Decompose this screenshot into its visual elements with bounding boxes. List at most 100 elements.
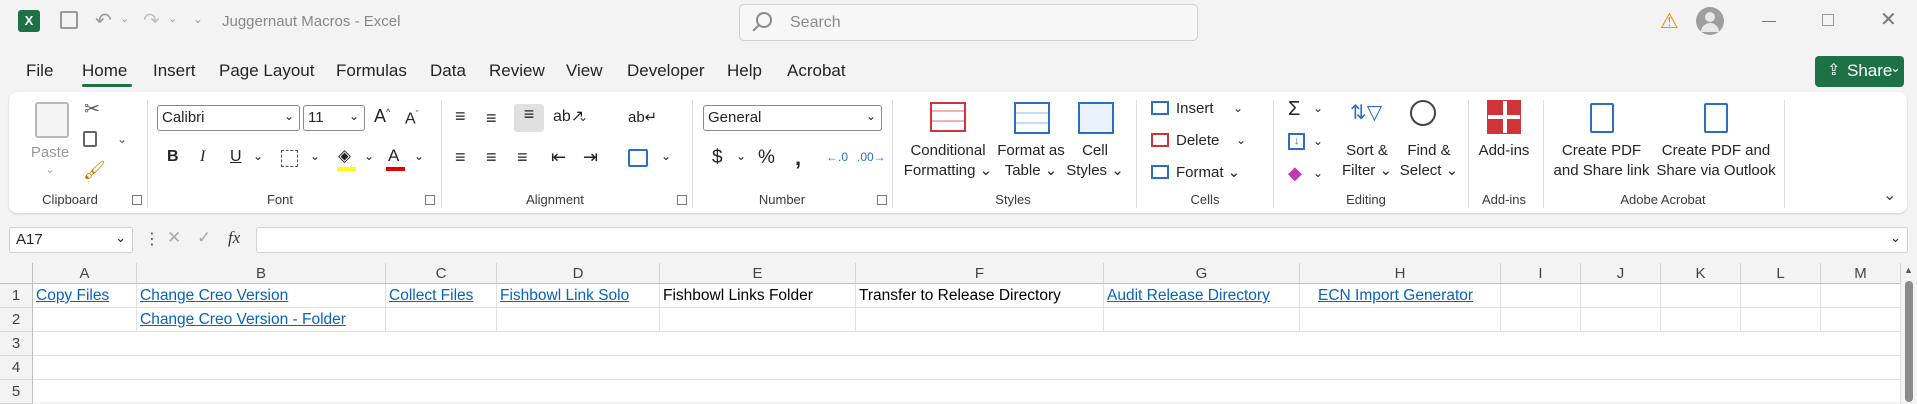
- cell-c2[interactable]: [386, 308, 497, 332]
- tab-view[interactable]: View: [566, 61, 603, 81]
- column-header-j[interactable]: J: [1581, 263, 1661, 284]
- empty-row-4[interactable]: [33, 356, 1901, 380]
- redo-dropdown-icon[interactable]: ⌄: [168, 12, 177, 25]
- column-header-a[interactable]: A: [33, 263, 137, 284]
- tab-home[interactable]: Home: [82, 61, 127, 81]
- merge-center-icon[interactable]: [628, 149, 648, 167]
- cell-e2[interactable]: [660, 308, 856, 332]
- paste-icon[interactable]: [35, 102, 69, 138]
- font-color-icon[interactable]: A: [388, 146, 399, 166]
- number-format-dropdown[interactable]: General ⌄: [703, 105, 882, 131]
- delete-cells-button[interactable]: Delete: [1176, 131, 1219, 151]
- worksheet-grid[interactable]: A B C D E F G H I J K L M 1 2 3 4 5 Copy…: [0, 263, 1917, 404]
- font-name-dropdown[interactable]: Calibri ⌄: [157, 105, 300, 131]
- sort-filter-icon[interactable]: ⇅▽: [1350, 100, 1382, 125]
- create-pdf-share-link-button[interactable]: Create PDF and Share link: [1550, 141, 1653, 181]
- cell-styles-button[interactable]: Cell Styles ⌄: [1064, 141, 1126, 181]
- expand-formula-icon[interactable]: ⌄: [1890, 230, 1901, 246]
- warning-icon[interactable]: ⚠: [1660, 9, 1679, 34]
- dialog-launcher-icon[interactable]: [425, 195, 435, 205]
- increase-indent-icon[interactable]: ⇥: [583, 147, 598, 168]
- tab-file[interactable]: File: [26, 61, 53, 81]
- column-header-b[interactable]: B: [137, 263, 386, 284]
- insert-function-icon[interactable]: fx: [228, 228, 240, 248]
- name-box[interactable]: A17 ⌄: [9, 227, 133, 253]
- formula-input[interactable]: ⌄: [256, 227, 1908, 253]
- column-header-m[interactable]: M: [1821, 263, 1901, 284]
- cell-d1-hyperlink[interactable]: Fishbowl Link Solo: [497, 284, 660, 308]
- row-header-4[interactable]: 4: [0, 356, 33, 380]
- close-icon[interactable]: ✕: [1880, 7, 1897, 32]
- format-cells-icon[interactable]: [1151, 165, 1169, 179]
- cancel-entry-icon[interactable]: ✕: [167, 228, 181, 248]
- select-all-corner[interactable]: [0, 263, 33, 284]
- fill-color-icon[interactable]: ◈: [338, 146, 351, 166]
- cell-a1-hyperlink[interactable]: Copy Files: [33, 284, 137, 308]
- column-header-f[interactable]: F: [856, 263, 1104, 284]
- align-bottom-icon[interactable]: ≡: [514, 104, 544, 132]
- chevron-down-icon[interactable]: ⌄: [578, 110, 588, 124]
- add-ins-button[interactable]: Add-ins: [1475, 141, 1533, 161]
- insert-cells-button[interactable]: Insert: [1176, 99, 1214, 119]
- cell-e1[interactable]: Fishbowl Links Folder: [660, 284, 856, 308]
- delete-cells-icon[interactable]: [1151, 133, 1169, 147]
- chevron-down-icon[interactable]: ⌄: [1313, 134, 1323, 148]
- tab-page-layout[interactable]: Page Layout: [219, 61, 314, 81]
- autosum-icon[interactable]: Σ: [1288, 98, 1300, 121]
- borders-icon[interactable]: [281, 150, 298, 167]
- undo-dropdown-icon[interactable]: ⌄: [120, 12, 129, 25]
- sort-filter-button[interactable]: Sort & Filter ⌄: [1338, 141, 1396, 181]
- tab-data[interactable]: Data: [430, 61, 466, 81]
- decrease-decimal-icon[interactable]: .00→: [857, 150, 886, 164]
- chevron-down-icon[interactable]: ⌄: [1313, 101, 1323, 115]
- align-top-icon[interactable]: ≡: [455, 106, 466, 127]
- accounting-format-icon[interactable]: $: [712, 147, 723, 169]
- fill-icon[interactable]: ↓: [1288, 133, 1305, 150]
- search-box[interactable]: Search: [739, 4, 1198, 41]
- tab-developer[interactable]: Developer: [627, 61, 705, 81]
- comma-style-icon[interactable]: ,: [795, 145, 801, 171]
- cell-h2[interactable]: [1300, 308, 1501, 332]
- chevron-down-icon[interactable]: ⌄: [310, 149, 320, 163]
- insert-cells-icon[interactable]: [1151, 101, 1169, 115]
- underline-icon[interactable]: U: [230, 148, 242, 166]
- restore-icon[interactable]: [1822, 14, 1834, 26]
- cell-f1[interactable]: Transfer to Release Directory: [856, 284, 1104, 308]
- format-cells-button[interactable]: Format ⌄: [1176, 163, 1240, 183]
- confirm-entry-icon[interactable]: ✓: [197, 228, 211, 248]
- format-painter-icon[interactable]: 🖌: [83, 160, 106, 181]
- row-header-3[interactable]: 3: [0, 332, 33, 356]
- vertical-scrollbar[interactable]: ▲: [1901, 263, 1917, 402]
- clear-icon[interactable]: ◆: [1288, 163, 1302, 184]
- conditional-formatting-icon[interactable]: [930, 102, 966, 132]
- tab-help[interactable]: Help: [727, 61, 762, 81]
- chevron-down-icon[interactable]: ⌄: [1313, 166, 1323, 180]
- chevron-down-icon[interactable]: ⌄: [40, 160, 60, 180]
- undo-icon[interactable]: ↶: [95, 8, 112, 33]
- cell-f2[interactable]: [856, 308, 1104, 332]
- percent-style-icon[interactable]: %: [758, 147, 775, 169]
- empty-row-3[interactable]: [33, 332, 1901, 356]
- cell-a2[interactable]: [33, 308, 137, 332]
- scroll-up-icon[interactable]: ▲: [1904, 265, 1913, 275]
- tab-review[interactable]: Review: [489, 61, 545, 81]
- minimize-icon[interactable]: [1762, 21, 1776, 22]
- column-header-k[interactable]: K: [1661, 263, 1741, 284]
- customize-qat-icon[interactable]: ⌄: [193, 12, 203, 26]
- bold-icon[interactable]: B: [167, 148, 179, 166]
- collapse-ribbon-icon[interactable]: ⌄: [1883, 185, 1896, 205]
- tab-insert[interactable]: Insert: [153, 61, 196, 81]
- cell-c1-hyperlink[interactable]: Collect Files: [386, 284, 497, 308]
- font-size-dropdown[interactable]: 11 ⌄: [303, 105, 365, 131]
- cut-icon[interactable]: ✂: [84, 98, 100, 121]
- cell-g2[interactable]: [1104, 308, 1300, 332]
- cell-g1-hyperlink[interactable]: Audit Release Directory: [1104, 284, 1300, 308]
- column-header-i[interactable]: I: [1501, 263, 1581, 284]
- create-pdf-icon[interactable]: [1590, 103, 1614, 133]
- cell-l2[interactable]: [1741, 308, 1821, 332]
- align-right-icon[interactable]: ≡: [517, 147, 528, 168]
- chevron-down-icon[interactable]: ⌄: [661, 149, 671, 163]
- column-header-h[interactable]: H: [1300, 263, 1501, 284]
- chevron-down-icon[interactable]: ⌄: [253, 149, 263, 163]
- italic-icon[interactable]: I: [200, 148, 205, 166]
